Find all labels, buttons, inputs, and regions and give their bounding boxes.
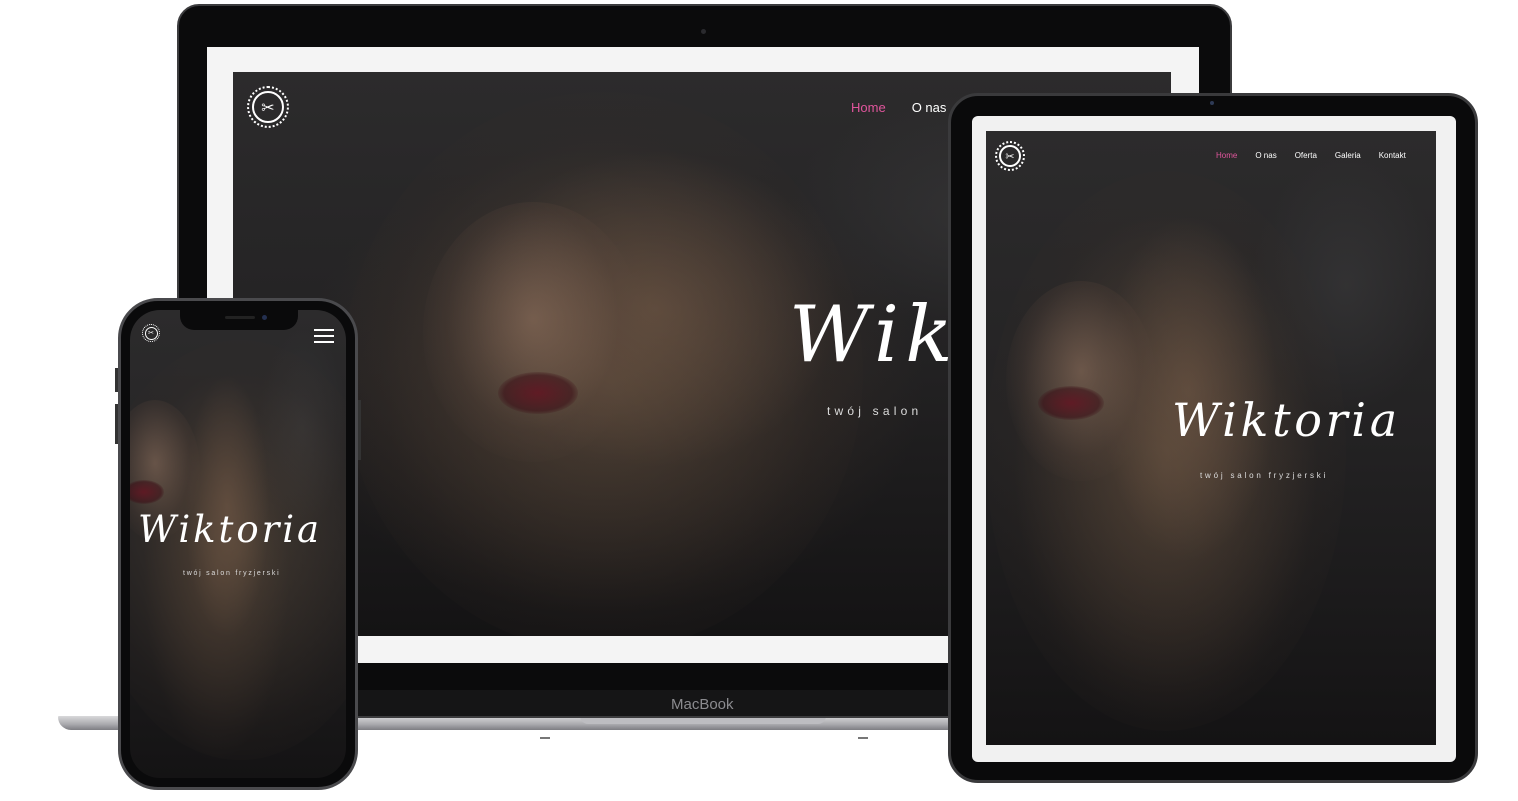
hero-face bbox=[423, 202, 643, 462]
nav-home[interactable]: Home bbox=[851, 100, 886, 115]
hero-brand: Wiktoria bbox=[138, 508, 323, 551]
hero-lips bbox=[1038, 386, 1104, 420]
laptop-foot bbox=[858, 737, 868, 739]
tablet-camera bbox=[1210, 101, 1214, 105]
phone-side-button bbox=[115, 404, 118, 444]
laptop-foot bbox=[540, 737, 550, 739]
laptop-camera bbox=[701, 29, 706, 34]
hero-tagline: twój salon bbox=[827, 404, 923, 418]
nav-offer[interactable]: Oferta bbox=[1295, 151, 1317, 160]
hamburger-menu-icon[interactable] bbox=[314, 328, 334, 344]
phone-side-button bbox=[115, 368, 118, 392]
site-logo[interactable]: ✂ bbox=[247, 86, 289, 128]
hero-brand: Wiktoria bbox=[1172, 393, 1401, 447]
hero-lips bbox=[498, 372, 578, 414]
scissors-icon: ✂ bbox=[148, 329, 154, 337]
tablet-nav: Home O nas Oferta Galeria Kontakt bbox=[1216, 151, 1406, 160]
nav-gallery[interactable]: Galeria bbox=[1335, 151, 1361, 160]
scissors-icon: ✂ bbox=[261, 97, 275, 117]
hero-face bbox=[1006, 281, 1156, 481]
hero-tagline: twój salon fryzjerski bbox=[1200, 471, 1329, 480]
phone-speaker bbox=[225, 316, 255, 319]
scissors-icon: ✂ bbox=[1005, 149, 1015, 163]
site-logo[interactable]: ✂ bbox=[142, 324, 160, 342]
phone-camera bbox=[262, 315, 267, 320]
phone-side-button bbox=[358, 400, 361, 460]
phone-screen: ✂ Wiktoria twój salon fryzjerski bbox=[130, 310, 346, 778]
nav-about[interactable]: O nas bbox=[912, 100, 947, 115]
phone-notch bbox=[180, 310, 298, 330]
laptop-nav: Home O nas bbox=[851, 100, 946, 115]
tablet-screen: ✂ Home O nas Oferta Galeria Kontakt Wikt… bbox=[986, 131, 1436, 745]
nav-home[interactable]: Home bbox=[1216, 151, 1237, 160]
site-logo[interactable]: ✂ bbox=[995, 141, 1025, 171]
hero-tagline: twój salon fryzjerski bbox=[183, 570, 281, 577]
nav-about[interactable]: O nas bbox=[1255, 151, 1276, 160]
laptop-label: MacBook bbox=[671, 696, 734, 713]
nav-contact[interactable]: Kontakt bbox=[1379, 151, 1406, 160]
